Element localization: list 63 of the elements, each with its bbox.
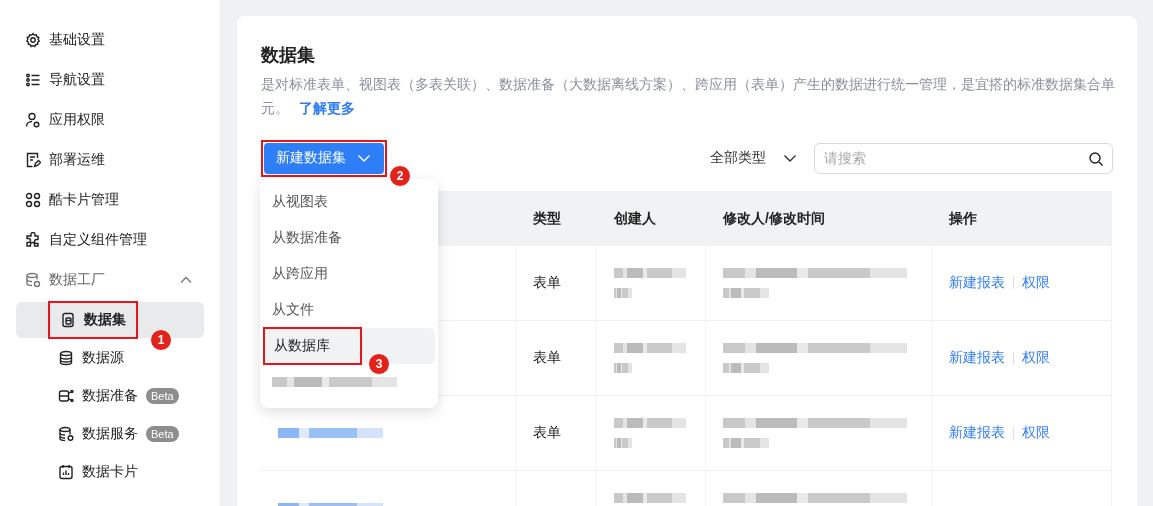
beta-badge: Beta xyxy=(146,426,179,442)
blurred-text xyxy=(723,288,769,298)
menu-item[interactable]: 从数据准备 xyxy=(263,220,435,256)
blurred-text xyxy=(614,268,686,278)
column-header: 修改人/修改时间 xyxy=(706,191,932,246)
blurred-text xyxy=(614,493,686,503)
sidebar-item[interactable]: 部署运维 xyxy=(16,140,204,180)
step-number: 3 xyxy=(368,353,390,375)
menu-item[interactable]: 从文件 xyxy=(263,292,435,328)
column-header: 操作 xyxy=(932,191,1112,246)
action-link[interactable]: 新建报表 xyxy=(949,424,1005,442)
data-flow-icon xyxy=(58,388,74,404)
step-number: 1 xyxy=(150,329,172,351)
blurred-text xyxy=(614,418,686,428)
action-link[interactable]: 权限 xyxy=(1022,274,1050,292)
sidebar-item[interactable]: 数据服务 Beta xyxy=(16,416,204,452)
user-icon xyxy=(25,112,41,128)
document-edit-icon xyxy=(25,152,41,168)
description-text: 是对标准表单、视图表（多表关联）、数据准备（大数据离线方案）、跨应用（表单）产生的数据进行统一管理，是宜搭的标准数据集合单元。 了解更多 xyxy=(261,75,1116,118)
action-link[interactable]: 权限 xyxy=(1022,349,1050,367)
blurred-text xyxy=(614,438,632,448)
beta-badge: Beta xyxy=(146,388,179,404)
grid-icon xyxy=(25,192,41,208)
sidebar-item[interactable]: 数据准备 Beta xyxy=(16,378,204,414)
sidebar-item[interactable]: 基础设置 xyxy=(16,20,204,60)
item-label: 从数据库 xyxy=(274,337,330,355)
table-cell: 表单 xyxy=(516,321,597,396)
action-link[interactable]: 新建报表 xyxy=(949,274,1005,292)
table-cell: 表单 xyxy=(516,246,597,321)
document-icon xyxy=(60,312,76,328)
menu-item[interactable]: 从跨应用 xyxy=(263,256,435,292)
column-header: 类型 xyxy=(516,191,597,246)
sidebar-item[interactable]: 数据卡片 xyxy=(16,454,204,490)
list-icon xyxy=(25,72,41,88)
blurred-text xyxy=(614,288,632,298)
new-dataset-button[interactable]: 新建数据集 xyxy=(264,142,384,174)
database-icon xyxy=(58,350,74,366)
sidebar-item[interactable]: 应用权限 xyxy=(16,100,204,140)
column-header: 创建人 xyxy=(597,191,706,246)
action-link[interactable]: 新建报表 xyxy=(949,349,1005,367)
blurred-text xyxy=(723,438,769,448)
blurred-text xyxy=(614,343,686,353)
action-link[interactable]: 权限 xyxy=(1022,424,1050,442)
database-icon xyxy=(58,426,74,442)
sidebar-item[interactable]: 酷卡片管理 xyxy=(16,180,204,220)
blurred-text xyxy=(723,363,769,373)
type-filter[interactable]: 全部类型 xyxy=(710,149,766,167)
gear-icon xyxy=(25,32,41,48)
sidebar-item[interactable]: 导航设置 xyxy=(16,60,204,100)
puzzle-icon xyxy=(25,232,41,248)
database-icon xyxy=(25,272,41,288)
search-field[interactable]: 请搜索 xyxy=(814,142,1113,174)
group-label[interactable]: 数据工厂 xyxy=(49,271,105,289)
page-title: 数据集 xyxy=(261,44,316,67)
search-icon xyxy=(1088,150,1104,167)
blurred-text xyxy=(614,363,632,373)
item-label: 数据集 xyxy=(84,311,126,329)
step-number: 2 xyxy=(389,164,411,187)
chart-card-icon xyxy=(58,464,74,480)
menu-item[interactable]: 从视图表 xyxy=(263,184,435,220)
table-cell: 表单 xyxy=(516,396,597,471)
sidebar-item[interactable]: 自定义组件管理 xyxy=(16,220,204,260)
learn-more-link[interactable]: 了解更多 xyxy=(299,100,355,116)
